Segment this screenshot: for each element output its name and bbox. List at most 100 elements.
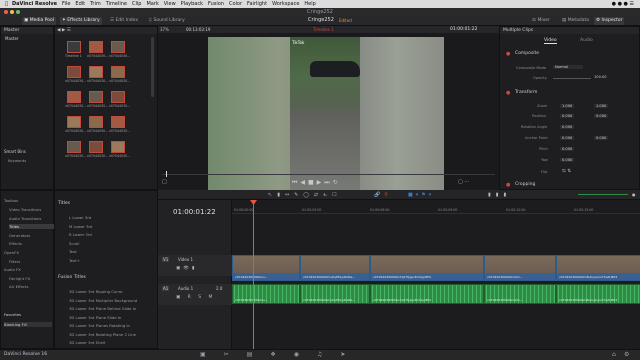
effects-library-button[interactable]: ✦ Effects Library [60,17,102,25]
menu-color[interactable]: Color [229,1,242,7]
menu-playback[interactable]: Playback [181,1,203,7]
anchor-y-field[interactable]: 0.000 [594,136,609,140]
audio-meter-icon[interactable]: ● [632,192,636,197]
fusion-title-item[interactable]: 3D Lower 3rd Rotating Plane 2 Line [69,332,136,337]
video-clip[interactable]: v07044030000bmu... [232,255,300,281]
apple-icon[interactable]:  [5,1,8,7]
media-clip-thumbnail[interactable] [111,91,125,103]
media-clip-thumbnail[interactable] [67,141,81,153]
title-effect-item[interactable]: Text [69,249,77,254]
zoom-window-icon[interactable] [16,10,20,14]
media-clip-thumbnail[interactable] [89,66,103,78]
title-effect-item[interactable]: R Lower 3rd [69,232,92,237]
composite-section[interactable]: Composite [515,51,539,56]
video-track-name[interactable]: Video 1 [178,257,193,262]
opacity-value[interactable]: 100.00 [594,75,607,79]
media-clip-thumbnail[interactable] [67,116,81,128]
effects-category-item[interactable]: OpenFX [4,250,19,255]
cropping-section[interactable]: Cropping [515,182,535,187]
position-x-field[interactable]: 0.000 [560,114,575,118]
media-clip-thumbnail[interactable] [111,41,125,53]
menu-edit[interactable]: Edit [75,1,85,7]
page-tabs[interactable]: ▣✂▤❖◉♫➤ [200,351,363,358]
audio-clip[interactable]: v07044030000bn7q07tjqpv8rddg.MP4 [370,284,484,304]
flag-icons[interactable]: ■▾⚑▾ [408,192,434,198]
audio-track-controls[interactable]: ▣ R S M [176,295,215,300]
opacity-slider[interactable] [553,78,591,79]
snapping-icons[interactable]: 🔗⚲ [374,192,392,198]
transform-section[interactable]: Transform [515,90,537,95]
bin-master[interactable]: Master [1,34,53,43]
video-clip[interactable]: v07044030000bm8uhiysunnt7ia8.MP4 [556,255,640,281]
video-track-id[interactable]: V1 [162,257,170,262]
menu-fairlight[interactable]: Fairlight [247,1,267,7]
audio-track-id[interactable]: A1 [162,286,170,291]
menu-mark[interactable]: Mark [146,1,158,7]
menu-clip[interactable]: Clip [132,1,141,7]
effects-category-item[interactable]: Filters [9,259,20,264]
timeline-ruler[interactable]: 01:00:00:00 01:00:03:00 01:00:06:00 01:00:0… [232,200,640,214]
media-clip-thumbnail[interactable] [67,41,81,53]
tab-video[interactable]: Video [544,38,557,44]
inspector-button[interactable]: ⚙ Inspector [594,17,625,25]
timeline-timecode[interactable]: 01:00:01:22 [173,208,216,216]
menu-trim[interactable]: Trim [90,1,101,7]
title-effect-item[interactable]: Text+ [69,258,80,263]
media-pool-button[interactable]: ▣ Media Pool [22,17,56,25]
menu-fusion[interactable]: Fusion [208,1,224,7]
media-clip-thumbnail[interactable] [111,141,125,153]
audio-clip[interactable]: v07044030000bm8uhiysunnt7ia8.MP4 [556,284,640,304]
menu-view[interactable]: View [164,1,176,7]
viewer-options-icon[interactable]: ▢ ⋯ [458,179,469,185]
media-clip-thumbnail[interactable] [111,66,125,78]
media-clip-thumbnail[interactable] [89,116,103,128]
menu-workspace[interactable]: Workspace [272,1,299,7]
transport-controls[interactable]: ⏮◀■▶⏭↻ [292,179,341,187]
media-clip-thumbnail[interactable] [67,91,81,103]
audio-track-name[interactable]: Audio 1 [178,286,193,291]
mixer-button[interactable]: ⚖ Mixer [530,17,552,25]
toolbox-category[interactable]: Toolbox [4,198,18,203]
video-track-controls[interactable]: ▣👁▮ [176,266,197,271]
menu-help[interactable]: Help [304,1,315,7]
title-effect-item[interactable]: M Lower 3rd [69,224,92,229]
transform-enable-icon[interactable]: ● [506,90,510,96]
effects-category-item[interactable]: Generators [9,233,30,238]
menu-timeline[interactable]: Timeline [106,1,127,7]
media-clip-thumbnail[interactable] [89,141,103,153]
effects-category-item[interactable]: AU Effects [9,284,29,289]
fusion-title-item[interactable]: 3D Lower 3rd Planes Rotating In [69,323,130,328]
viewer-playhead[interactable] [166,171,167,177]
composite-enable-icon[interactable]: ● [506,51,510,57]
anchor-x-field[interactable]: 0.000 [560,136,575,140]
zoom-tools[interactable]: ▮▮▮ [488,192,511,198]
viewer-timeline-name[interactable]: Timeline 1 [313,27,334,32]
zoom-x-field[interactable]: 1.000 [560,104,575,108]
minimize-window-icon[interactable] [10,10,14,14]
effects-category-item[interactable]: Fairlight FX [9,276,30,281]
yaw-field[interactable]: 0.000 [560,158,575,162]
menu-file[interactable]: File [62,1,70,7]
fusion-title-item[interactable]: 3D Lower 3rd Plane Slide In [69,315,121,320]
audio-clip[interactable]: v07044030000bmu... [232,284,300,304]
fusion-title-item[interactable]: 3D Lower 3rd Multiplier Background [69,298,137,303]
sound-library-button[interactable]: ♫ Sound Library [146,17,187,25]
position-y-field[interactable]: 0.000 [594,114,609,118]
title-effect-item[interactable]: L Lower 3rd [69,215,91,220]
video-clip[interactable]: v07044030000bnr0m... [484,255,556,281]
viewer-zoom[interactable]: 37% [160,27,169,32]
menu-app-name[interactable]: DaVinci Resolve [12,1,57,7]
effects-category-item[interactable]: Video Transitions [9,207,41,212]
audio-level-slider[interactable] [578,194,628,195]
media-clip-thumbnail[interactable] [89,41,103,53]
media-clip-thumbnail[interactable] [67,66,81,78]
rotation-field[interactable]: 0.000 [560,125,575,129]
video-clip[interactable]: v07044030000bn7q07tjqpv8rddg.MP4 [370,255,484,281]
zoom-y-field[interactable]: 1.000 [594,104,609,108]
cropping-enable-icon[interactable]: ● [506,182,510,188]
audio-clip[interactable]: v07044030000bmuhytftaydb9bs... [300,284,370,304]
tab-audio[interactable]: Audio [580,38,593,43]
media-clip-thumbnail[interactable] [89,91,103,103]
composite-mode-select[interactable]: Normal [553,65,583,69]
title-effect-item[interactable]: Scroll [69,241,79,246]
